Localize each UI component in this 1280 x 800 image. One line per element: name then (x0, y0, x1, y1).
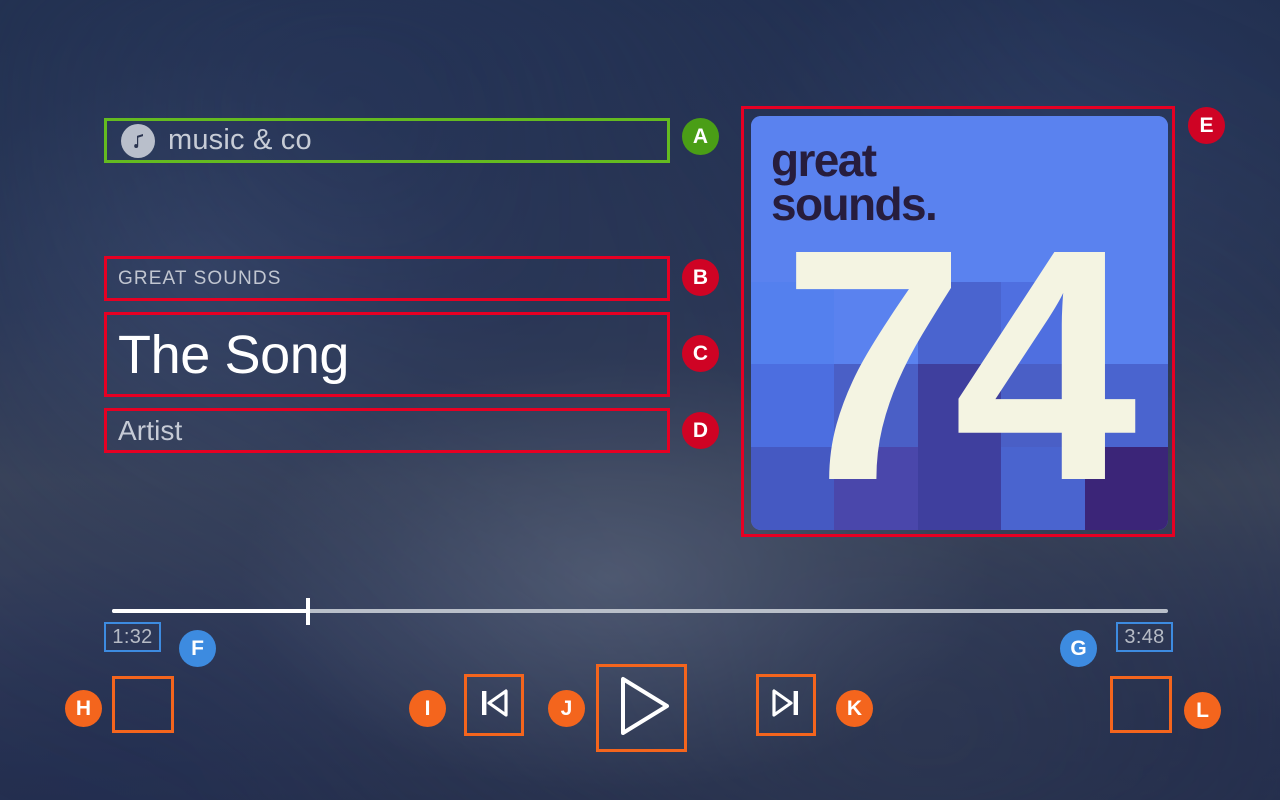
music-note-icon (121, 123, 155, 158)
previous-icon (474, 683, 514, 728)
repeat-button[interactable] (1110, 676, 1172, 733)
annotation-badge-b: B (682, 259, 719, 296)
artist-name-field[interactable]: Artist (104, 408, 670, 453)
play-button[interactable] (596, 664, 687, 752)
album-name-field[interactable]: GREAT SOUNDS (104, 256, 670, 301)
annotation-badge-k: K (836, 690, 873, 727)
album-art-wordmark-line1: great (771, 134, 877, 186)
next-icon (766, 683, 806, 728)
app-header[interactable]: music & co (104, 118, 670, 163)
annotation-badge-e: E (1188, 107, 1225, 144)
annotation-badge-d: D (682, 412, 719, 449)
progress-slider[interactable] (112, 598, 1168, 625)
song-title-field[interactable]: The Song (104, 312, 670, 397)
album-name-label: GREAT SOUNDS (118, 267, 282, 289)
previous-track-button[interactable] (464, 674, 524, 736)
annotation-badge-g: G (1060, 630, 1097, 667)
progress-fill (112, 609, 309, 613)
album-art-image: great sounds. 74 (751, 116, 1168, 530)
annotation-badge-h: H (65, 690, 102, 727)
play-icon (609, 673, 675, 744)
song-title-label: The Song (118, 324, 349, 385)
shuffle-button[interactable] (112, 676, 174, 733)
current-time-label: 1:32 (104, 622, 161, 652)
annotation-badge-a: A (682, 118, 719, 155)
annotation-badge-c: C (682, 335, 719, 372)
music-player-screen: music & co A GREAT SOUNDS B The Song C A… (0, 0, 1280, 800)
annotation-badge-f: F (179, 630, 216, 667)
album-art[interactable]: great sounds. 74 (741, 106, 1175, 537)
annotation-badge-j: J (548, 690, 585, 727)
total-time-label: 3:48 (1116, 622, 1173, 652)
album-art-number: 74 (781, 180, 1137, 530)
progress-handle[interactable] (306, 598, 311, 625)
app-title: music & co (168, 124, 312, 156)
annotation-badge-l: L (1184, 692, 1221, 729)
next-track-button[interactable] (756, 674, 816, 736)
artist-name-label: Artist (118, 414, 183, 446)
annotation-badge-i: I (409, 690, 446, 727)
